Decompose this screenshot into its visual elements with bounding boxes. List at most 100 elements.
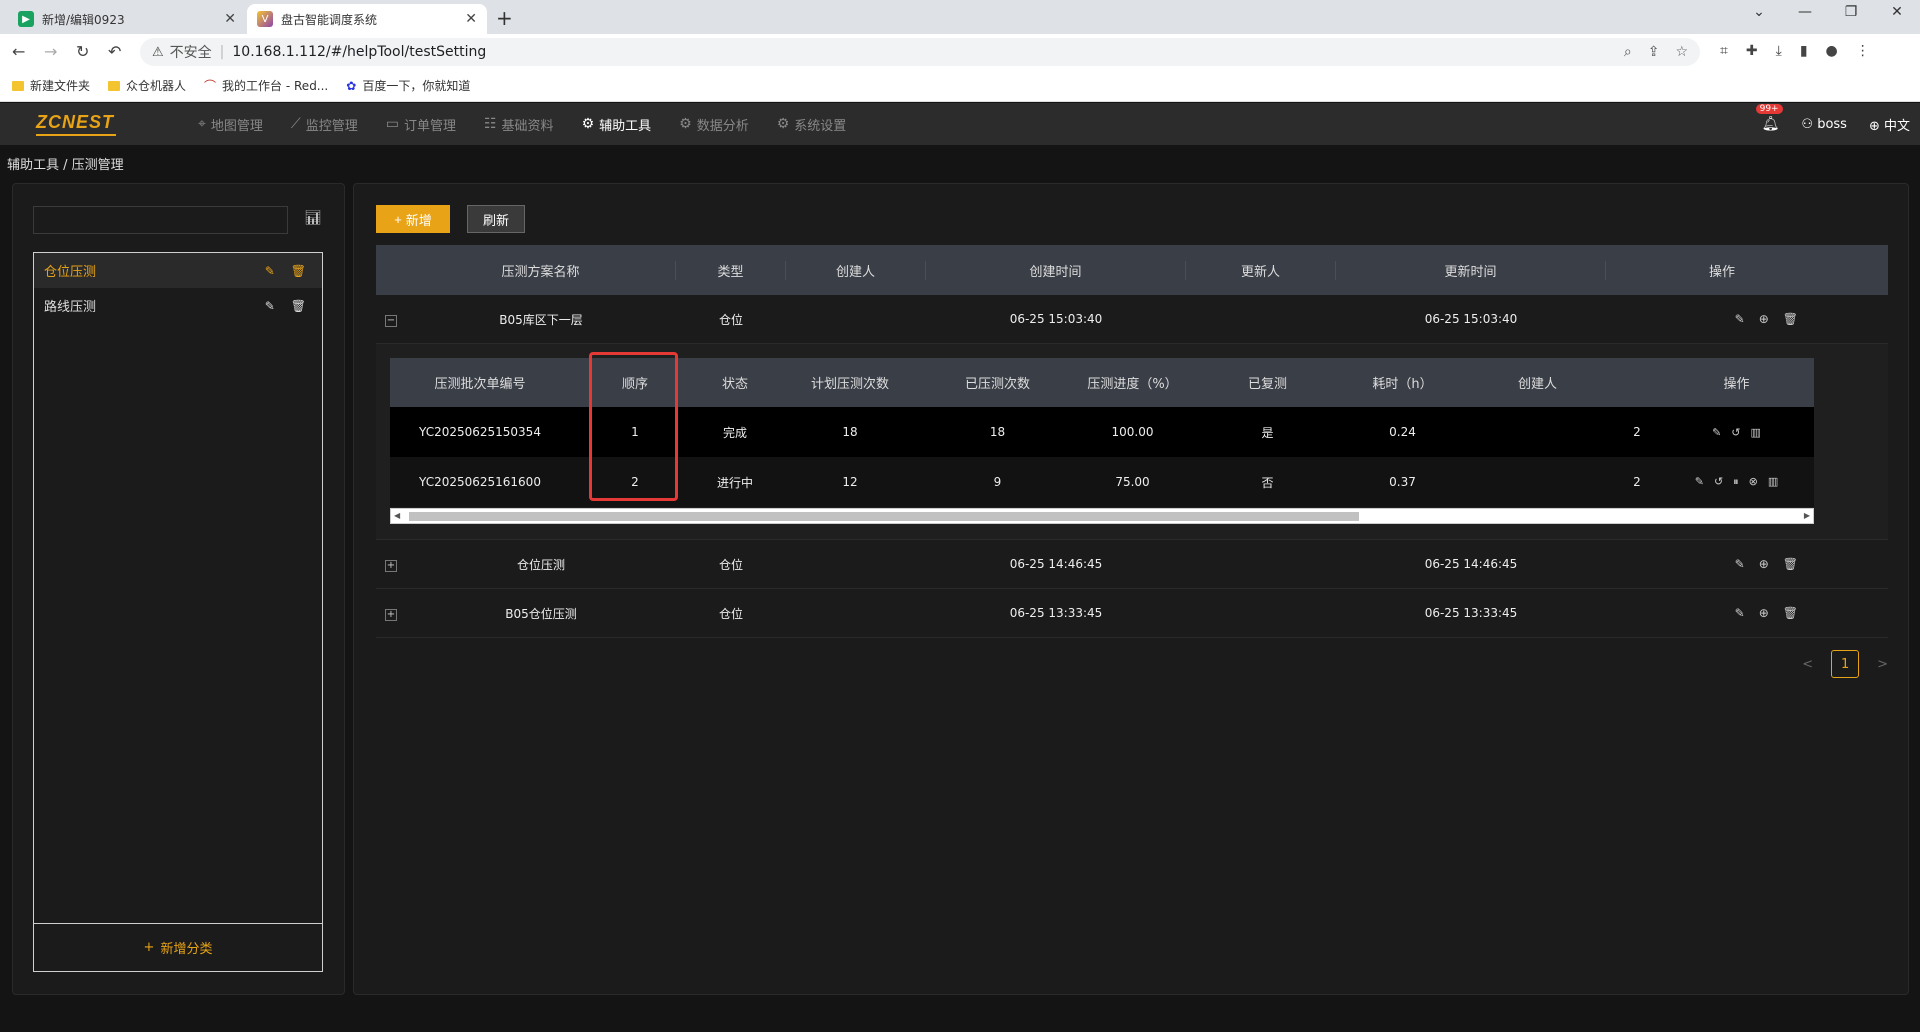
table-row: + 仓位压测 仓位 06-25 14:46:45 06-25 14:46:45 … bbox=[376, 540, 1888, 589]
back-icon[interactable]: ← bbox=[12, 42, 25, 61]
zoom-icon[interactable]: ⌕ bbox=[1624, 44, 1632, 60]
close-icon[interactable]: ✕ bbox=[1874, 4, 1920, 20]
language-switch[interactable]: ⊕ 中文 bbox=[1869, 115, 1910, 134]
add-category-button[interactable]: + 新增分类 bbox=[34, 923, 322, 971]
gear-icon: ⚙ bbox=[776, 116, 790, 132]
nav-monitor[interactable]: ⟋ 监控管理 bbox=[291, 115, 358, 134]
new-tab-icon[interactable]: + bbox=[496, 6, 513, 30]
scroll-left-icon[interactable]: ◀ bbox=[394, 511, 400, 520]
nav-basic-data[interactable]: ☷ 基础资料 bbox=[484, 115, 554, 134]
collapse-icon[interactable]: − bbox=[385, 314, 397, 327]
nav-tools[interactable]: ⚙ 辅助工具 bbox=[582, 115, 652, 134]
column-header: 耗时（h） bbox=[1372, 377, 1433, 392]
document-icon: ▭ bbox=[385, 116, 399, 132]
redmine-icon: ⌒ bbox=[204, 79, 217, 93]
star-icon[interactable]: ☆ bbox=[1675, 44, 1688, 60]
nav-analytics[interactable]: ⚙ 数据分析 bbox=[679, 115, 749, 134]
reload-icon[interactable]: ↻ bbox=[76, 42, 89, 61]
user-menu[interactable]: ⚇ boss bbox=[1801, 117, 1847, 132]
nav-orders[interactable]: ▭ 订单管理 bbox=[386, 115, 456, 134]
add-circle-icon[interactable]: ⊕ bbox=[1759, 606, 1769, 620]
column-header: 压测方案名称 bbox=[406, 260, 676, 280]
bar-chart-icon[interactable]: 📊︎ bbox=[304, 210, 322, 226]
logo: ZCNEST bbox=[36, 112, 116, 136]
tab-title: 新增/编辑0923 bbox=[42, 12, 125, 27]
minimize-icon[interactable]: — bbox=[1782, 4, 1828, 20]
folder-icon bbox=[108, 80, 121, 91]
edit-icon[interactable]: ✎ bbox=[265, 299, 275, 313]
bookmark[interactable]: 新建文件夹 bbox=[12, 77, 90, 94]
table-row: + B05仓位压测 仓位 06-25 13:33:45 06-25 13:33:… bbox=[376, 589, 1888, 638]
bookmarks-bar: 新建文件夹 众仓机器人 ⌒ 我的工作台 - Red... ✿ 百度一下，你就知道 bbox=[0, 70, 1920, 102]
sidebar-icon[interactable]: ▮ bbox=[1800, 43, 1808, 59]
notification-badge: 99+ bbox=[1755, 104, 1783, 114]
profile-icon[interactable]: ● bbox=[1826, 43, 1838, 59]
horizontal-scrollbar[interactable]: ◀ ▶ bbox=[390, 508, 1814, 524]
delete-icon[interactable]: 🗑︎ bbox=[291, 299, 306, 313]
bookmark[interactable]: ✿ 百度一下，你就知道 bbox=[346, 77, 470, 94]
edit-icon[interactable]: ✎ bbox=[1695, 475, 1704, 489]
page-number[interactable]: 1 bbox=[1831, 650, 1860, 678]
main-nav: ⌖ 地图管理 ⟋ 监控管理 ▭ 订单管理 ☷ 基础资料 ⚙ 辅助工具 ⚙ 数据分析 ⚙ 系统设… bbox=[198, 103, 846, 145]
extensions-icon[interactable]: ✚ bbox=[1746, 43, 1758, 59]
play-icon: ▶ bbox=[18, 11, 34, 27]
refresh-button[interactable]: 刷新 bbox=[467, 205, 525, 233]
menu-icon[interactable]: ⋮ bbox=[1856, 43, 1870, 59]
globe-icon: ⊕ bbox=[1868, 118, 1884, 134]
replay-icon[interactable]: ↺ bbox=[1731, 426, 1740, 439]
edit-icon[interactable]: ✎ bbox=[265, 264, 275, 278]
delete-icon[interactable]: 🗑︎ bbox=[1783, 557, 1798, 571]
next-page-button[interactable]: > bbox=[1877, 657, 1888, 672]
restore-icon[interactable]: ❐ bbox=[1828, 4, 1874, 20]
chevron-down-icon[interactable]: ⌄ bbox=[1736, 4, 1782, 20]
category-list: 仓位压测 ✎ 🗑︎ 路线压测 ✎ 🗑︎ + 新增分类 bbox=[33, 252, 323, 972]
download-icon[interactable]: ⤓ bbox=[1776, 43, 1782, 59]
expand-icon[interactable]: + bbox=[385, 559, 397, 572]
baidu-icon: ✿ bbox=[346, 78, 357, 93]
bookmark[interactable]: ⌒ 我的工作台 - Red... bbox=[204, 77, 328, 94]
nav-map[interactable]: ⌖ 地图管理 bbox=[198, 115, 263, 134]
delete-icon[interactable]: 🗑︎ bbox=[291, 264, 306, 278]
share-icon[interactable]: ⇪ bbox=[1648, 44, 1660, 60]
add-circle-icon[interactable]: ⊕ bbox=[1759, 312, 1769, 326]
undo-icon[interactable]: ↶ bbox=[108, 42, 121, 61]
column-header: 创建时间 bbox=[926, 260, 1186, 280]
edit-icon[interactable]: ✎ bbox=[1735, 557, 1745, 571]
bookmark[interactable]: 众仓机器人 bbox=[108, 77, 186, 94]
folder-icon bbox=[12, 80, 24, 91]
expand-icon[interactable]: + bbox=[385, 608, 397, 621]
category-search-input[interactable] bbox=[33, 206, 288, 234]
category-item[interactable]: 路线压测 ✎ 🗑︎ bbox=[34, 288, 322, 323]
url-input[interactable]: ⚠ 不安全 | 10.168.1.112/#/helpTool/testSett… bbox=[140, 38, 1700, 66]
add-button[interactable]: + 新增 bbox=[376, 205, 450, 233]
close-icon[interactable]: ✕ bbox=[224, 11, 236, 27]
delete-icon[interactable]: 🗑︎ bbox=[1783, 312, 1798, 326]
column-header: 类型 bbox=[676, 260, 786, 280]
chart-line-icon: ⟋ bbox=[290, 116, 301, 132]
column-header: 更新人 bbox=[1186, 260, 1336, 280]
scroll-thumb[interactable] bbox=[409, 512, 1359, 521]
column-header: 压测批次单编号 bbox=[434, 377, 526, 392]
browser-tab[interactable]: ▶ 新增/编辑0923 ✕ bbox=[8, 4, 246, 34]
gear-icon: ⚙ bbox=[581, 116, 595, 132]
browser-tab-active[interactable]: V 盘古智能调度系统 ✕ bbox=[247, 4, 487, 34]
pause-icon[interactable]: ⏸︎ bbox=[1733, 475, 1739, 489]
category-item[interactable]: 仓位压测 ✎ 🗑︎ bbox=[34, 253, 322, 288]
nav-settings[interactable]: ⚙ 系统设置 bbox=[777, 115, 847, 134]
scroll-right-icon[interactable]: ▶ bbox=[1804, 511, 1810, 520]
edit-icon[interactable]: ✎ bbox=[1712, 426, 1721, 439]
prev-page-button[interactable]: < bbox=[1802, 657, 1813, 672]
bar-chart-icon[interactable]: ▥ bbox=[1768, 475, 1778, 489]
replay-icon[interactable]: ↺ bbox=[1714, 475, 1723, 489]
crop-icon[interactable]: ⌗ bbox=[1720, 43, 1728, 59]
edit-icon[interactable]: ✎ bbox=[1735, 312, 1745, 326]
delete-icon[interactable]: 🗑︎ bbox=[1783, 606, 1798, 620]
add-circle-icon[interactable]: ⊕ bbox=[1759, 557, 1769, 571]
edit-icon[interactable]: ✎ bbox=[1735, 606, 1745, 620]
forward-icon[interactable]: → bbox=[44, 42, 57, 61]
close-icon[interactable]: ✕ bbox=[465, 11, 477, 27]
stop-icon[interactable]: ⊗ bbox=[1749, 475, 1758, 489]
column-header: 创建人 bbox=[786, 260, 926, 280]
notification-bell[interactable]: 🔔︎ 99+ bbox=[1755, 104, 1783, 132]
bar-chart-icon[interactable]: ▥ bbox=[1751, 426, 1761, 439]
